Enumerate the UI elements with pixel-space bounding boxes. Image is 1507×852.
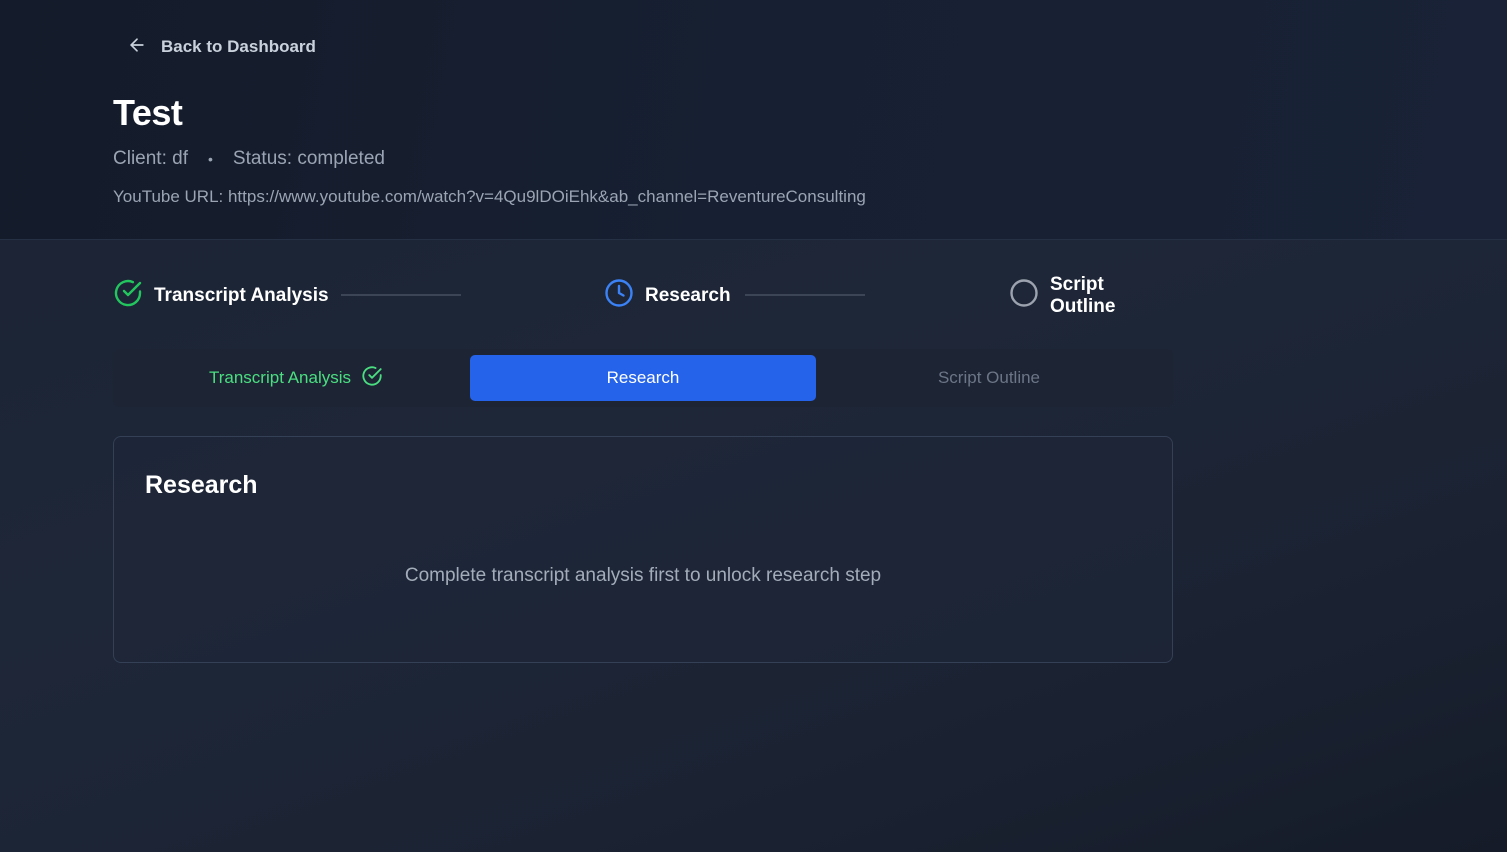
check-circle-icon xyxy=(361,365,383,392)
tab-script-outline[interactable]: Script Outline xyxy=(816,355,1162,401)
status-label: Status: completed xyxy=(232,148,385,169)
empty-circle-icon xyxy=(1009,278,1039,314)
meta-separator: • xyxy=(207,151,213,167)
tab-label: Transcript Analysis xyxy=(208,368,352,387)
step-transcript-analysis: Transcript Analysis xyxy=(113,279,329,313)
tab-research[interactable]: Research xyxy=(470,355,816,401)
step-label: Research xyxy=(645,285,731,306)
research-panel: Research Complete transcript analysis fi… xyxy=(113,436,1173,663)
step-connector xyxy=(341,294,461,296)
clock-icon xyxy=(604,278,634,314)
step-script-outline: Script Outline xyxy=(1009,274,1173,317)
tab-label: Research xyxy=(606,368,680,387)
arrow-left-icon xyxy=(127,35,147,60)
tab-label: Script Outline xyxy=(937,368,1041,387)
step-connector xyxy=(745,294,865,296)
step-label: Transcript Analysis xyxy=(154,285,329,306)
client-label: Client: df xyxy=(113,148,188,169)
locked-message: Complete transcript analysis first to un… xyxy=(404,565,882,586)
project-header: Back to Dashboard Test Client: df • Stat… xyxy=(0,0,1507,240)
back-to-dashboard-link[interactable]: Back to Dashboard xyxy=(113,33,316,61)
back-link-label: Back to Dashboard xyxy=(161,37,316,56)
panel-title: Research xyxy=(145,471,258,499)
step-tabs: Transcript Analysis Research Script Outl… xyxy=(113,349,1173,407)
step-research: Research xyxy=(604,279,731,313)
youtube-url: YouTube URL: https://www.youtube.com/wat… xyxy=(113,187,866,206)
step-label: Script Outline xyxy=(1050,274,1116,317)
progress-stepper: Transcript Analysis Research Script Outl… xyxy=(113,274,1173,317)
check-circle-icon xyxy=(113,278,143,314)
tab-transcript-analysis[interactable]: Transcript Analysis xyxy=(123,355,469,401)
project-meta: Client: df • Status: completed xyxy=(113,148,385,170)
page-title: Test xyxy=(113,92,183,133)
